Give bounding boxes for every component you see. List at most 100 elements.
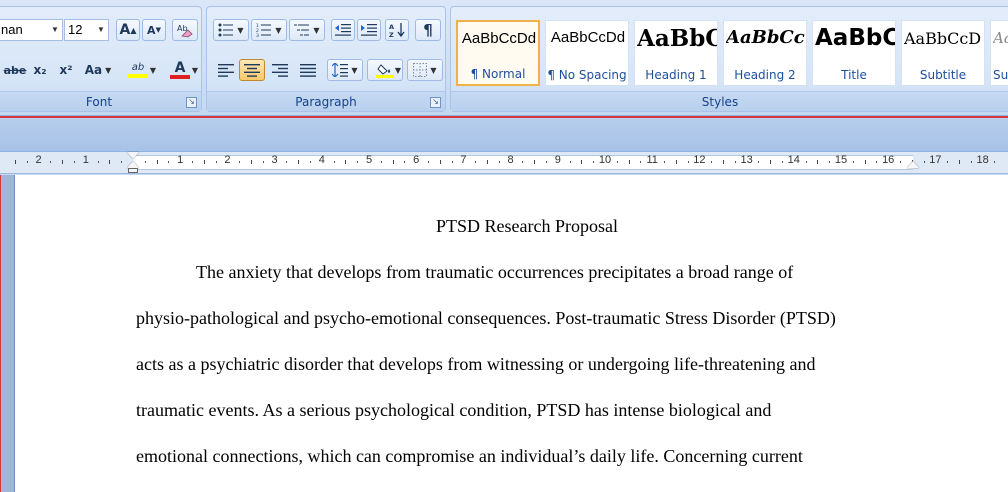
style-heading-1[interactable]: AaBbC Heading 1 <box>634 20 718 86</box>
align-left-button[interactable] <box>213 59 239 81</box>
ruler-tick <box>498 161 500 163</box>
shading-color-swatch <box>376 74 394 78</box>
ruler-tick <box>251 160 252 164</box>
first-line-indent-marker[interactable] <box>127 152 139 159</box>
subscript-button[interactable]: x₂ <box>29 59 51 81</box>
style-subtle[interactable]: Aa Sub <box>990 20 1008 86</box>
increase-indent-icon <box>361 24 377 36</box>
ruler-tick <box>262 161 264 163</box>
font-dialog-launcher-icon[interactable]: ↘ <box>186 97 197 108</box>
ruler-number: 1 <box>82 154 89 166</box>
change-case-button[interactable]: Aa ▼ <box>81 59 115 81</box>
change-case-icon: Aa <box>84 63 103 77</box>
shading-button[interactable]: ▼ <box>367 59 403 81</box>
ruler-number: 6 <box>413 154 420 166</box>
horizontal-ruler[interactable]: 2 1 1 2 3 4 5 6 7 8 9 10 11 12 13 14 15 16 17 18 <box>0 152 1008 174</box>
style-title[interactable]: AaBbC Title <box>812 20 896 86</box>
ruler-tick <box>404 161 406 163</box>
clear-formatting-button[interactable]: Ab <box>172 19 198 41</box>
font-size-combo[interactable]: 12 ▼ <box>64 19 109 41</box>
ruler-number: 7 <box>460 154 467 166</box>
shrink-font-button[interactable]: A ▼ <box>142 19 166 41</box>
grow-font-button[interactable]: A ▲ <box>116 19 140 41</box>
ruler-tick <box>593 161 595 163</box>
style-sample: Aa <box>993 29 1008 47</box>
document-page[interactable]: PTSD Research Proposal The anxiety that … <box>14 175 1008 492</box>
svg-text:3: 3 <box>256 33 259 37</box>
ruler-tick <box>451 161 453 163</box>
ruler-tick <box>333 161 335 163</box>
highlight-icon: ab <box>131 62 145 73</box>
ruler-tick <box>770 160 772 164</box>
multilevel-list-button[interactable]: ▼ <box>289 19 325 41</box>
ruler-tick <box>192 161 193 163</box>
ruler-tick <box>581 160 583 164</box>
style-subtitle[interactable]: AaBbCcD Subtitle <box>901 20 985 86</box>
style-no-spacing[interactable]: AaBbCcDd ¶ No Spacing <box>545 20 629 86</box>
highlight-color-swatch <box>128 74 148 78</box>
style-name: Sub <box>993 68 1008 82</box>
sort-button[interactable]: A Z <box>385 19 409 41</box>
style-normal[interactable]: AaBbCcDd ¶ Normal <box>456 20 540 86</box>
ruler-tick <box>475 161 477 163</box>
ruler-tick <box>168 161 170 163</box>
font-group-label: Font <box>0 91 201 111</box>
line-spacing-button[interactable]: ▼ <box>327 59 363 81</box>
right-indent-marker[interactable] <box>907 161 919 168</box>
superscript-button[interactable]: x² <box>55 59 77 81</box>
numbering-button[interactable]: 1 2 3 ▼ <box>251 19 287 41</box>
ruler-tick <box>109 160 111 164</box>
ruler-tick <box>26 161 28 163</box>
font-name-combo[interactable]: nan ▼ <box>0 19 63 41</box>
strikethrough-button[interactable]: abe <box>3 59 27 81</box>
highlight-button[interactable]: ab ▼ <box>119 59 157 81</box>
ruler-tick <box>711 161 713 163</box>
style-name: ¶ Normal <box>470 67 526 81</box>
font-color-icon: A <box>174 59 186 76</box>
ruler-tick <box>298 160 300 164</box>
align-right-button[interactable] <box>267 59 293 81</box>
justify-icon <box>300 63 316 77</box>
ruler-tick <box>50 161 52 163</box>
left-indent-marker[interactable] <box>128 168 138 173</box>
document-line: The anxiety that develops from traumatic… <box>196 262 794 282</box>
ruler-number: 5 <box>365 154 373 166</box>
font-name-dropdown-icon[interactable]: ▼ <box>48 20 62 40</box>
ruler-tick <box>97 161 99 163</box>
justify-button[interactable] <box>295 59 321 81</box>
style-sample: AaBbCcDd <box>550 29 626 46</box>
ruler-number: 17 <box>929 154 942 166</box>
ruler-tick <box>534 160 536 164</box>
document-area: PTSD Research Proposal The anxiety that … <box>0 175 1008 492</box>
borders-button[interactable]: ▼ <box>407 59 443 81</box>
ruler-tick <box>144 161 146 163</box>
style-heading-2[interactable]: AaBbCc Heading 2 <box>723 20 807 86</box>
ruler-tick <box>852 161 854 163</box>
align-center-button[interactable] <box>239 59 265 81</box>
clear-formatting-icon: Ab <box>177 24 193 38</box>
show-marks-button[interactable]: ¶ <box>415 19 441 41</box>
font-color-button[interactable]: A ▼ <box>161 59 199 81</box>
ruler-tick <box>392 160 394 164</box>
font-size-dropdown-icon[interactable]: ▼ <box>94 20 108 40</box>
ruler-number: 8 <box>507 154 514 166</box>
ribbon: nan ▼ 12 ▼ A ▲ A ▼ Ab abe x₂ x² Aa ▼ ab … <box>0 0 1008 116</box>
paragraph-dialog-launcher-icon[interactable]: ↘ <box>430 97 441 108</box>
borders-icon <box>413 63 428 77</box>
style-name: Subtitle <box>919 68 967 82</box>
window-band <box>0 116 1008 152</box>
paragraph-group: ▼ 1 2 3 ▼ ▼ A Z ¶ ▼ ▼ ▼ Paragraph ↘ <box>206 6 446 112</box>
ruler-tick <box>782 161 783 163</box>
ruler-number: 12 <box>693 154 706 166</box>
bullets-button[interactable]: ▼ <box>213 19 249 41</box>
ruler-number: 1 <box>177 154 184 166</box>
ruler-number: 9 <box>554 154 561 166</box>
decrease-indent-button[interactable] <box>331 19 355 41</box>
multilevel-list-icon <box>294 24 310 36</box>
increase-indent-button[interactable] <box>357 19 381 41</box>
ruler-tick <box>640 161 642 163</box>
hanging-indent-marker[interactable] <box>127 161 139 168</box>
ruler-number: 4 <box>318 154 325 166</box>
ruler-tick <box>380 161 382 163</box>
document-line: acts as a psychiatric disorder that deve… <box>136 354 816 374</box>
